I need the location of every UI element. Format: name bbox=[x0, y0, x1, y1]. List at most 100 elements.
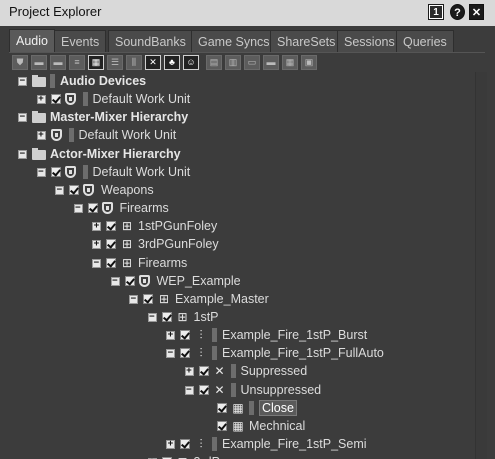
tree-item-label: Default Work Unit bbox=[92, 92, 191, 107]
tree-row[interactable]: ▦ Mechnical bbox=[12, 417, 475, 435]
include-checkbox[interactable] bbox=[106, 239, 116, 250]
music-icon[interactable]: ▣ bbox=[301, 55, 317, 70]
music-icon[interactable]: ▤ bbox=[206, 55, 222, 70]
tree-row[interactable]: − Audio Devices bbox=[12, 72, 475, 90]
tree-row[interactable]: − Actor-Mixer Hierarchy bbox=[12, 145, 475, 163]
include-checkbox[interactable] bbox=[143, 293, 153, 304]
expand-icon[interactable]: + bbox=[92, 222, 101, 232]
collapse-icon[interactable]: − bbox=[129, 294, 138, 304]
tree-row[interactable]: + Default Work Unit bbox=[12, 126, 475, 144]
tab-audio[interactable]: Audio bbox=[9, 29, 55, 53]
tab-queries[interactable]: Queries bbox=[396, 30, 454, 52]
expand-icon[interactable]: + bbox=[184, 367, 194, 377]
tree-row[interactable]: − Weapons bbox=[12, 181, 475, 199]
tree-row[interactable]: − ✕ Unsuppressed bbox=[12, 381, 475, 399]
tab-soundbanks[interactable]: SoundBanks bbox=[108, 30, 193, 52]
tree-row[interactable]: − Master-Mixer Hierarchy bbox=[12, 108, 475, 126]
collapse-icon[interactable]: − bbox=[18, 113, 27, 123]
music-icon[interactable]: ▭ bbox=[244, 55, 260, 70]
switch-container-icon[interactable]: ⫼ bbox=[126, 55, 142, 70]
include-checkbox[interactable] bbox=[50, 166, 61, 177]
tree-scrollbar[interactable] bbox=[475, 72, 487, 459]
tree-row[interactable]: + ✕ Suppressed bbox=[12, 362, 475, 380]
actor-mixer-icon: ⊞ bbox=[121, 237, 133, 252]
include-checkbox[interactable] bbox=[50, 94, 61, 105]
tree-row[interactable]: − ⊞ Firearms bbox=[12, 254, 475, 272]
tree-row[interactable]: − ⊞ Example_Master bbox=[12, 290, 475, 308]
collapse-icon[interactable]: − bbox=[184, 385, 194, 395]
tree-row[interactable]: + ⫶ Example_Fire_1stP_Burst bbox=[12, 326, 475, 344]
include-checkbox[interactable] bbox=[124, 275, 135, 286]
collapse-icon[interactable]: − bbox=[73, 204, 83, 214]
collapse-icon[interactable]: − bbox=[55, 185, 64, 195]
expand-icon[interactable]: + bbox=[166, 440, 175, 449]
voice-icon[interactable]: ☺ bbox=[183, 55, 199, 70]
include-checkbox[interactable] bbox=[106, 221, 116, 232]
blend-container-icon[interactable]: ✕ bbox=[145, 55, 161, 70]
tree-item-label: Example_Fire_1stP_Semi bbox=[222, 437, 367, 451]
include-checkbox[interactable] bbox=[217, 420, 227, 431]
tree-item-label: Default Work Unit bbox=[92, 164, 191, 179]
close-icon[interactable]: ✕ bbox=[469, 4, 484, 20]
music-icon[interactable]: ▦ bbox=[282, 55, 298, 70]
collapse-icon[interactable]: − bbox=[110, 276, 120, 286]
expand-icon[interactable]: + bbox=[166, 331, 175, 341]
folder-icon[interactable]: ▬ bbox=[50, 55, 66, 70]
tree-item-label: 1stP bbox=[193, 309, 219, 324]
tree-item-label: Example_Fire_1stP_Burst bbox=[222, 328, 368, 343]
include-checkbox[interactable] bbox=[87, 203, 98, 214]
tree-row[interactable]: − Default Work Unit bbox=[12, 163, 475, 181]
include-checkbox[interactable] bbox=[180, 439, 190, 449]
work-unit-icon[interactable]: ⛊ bbox=[12, 55, 28, 70]
collapse-icon[interactable]: − bbox=[18, 77, 27, 86]
tree-row[interactable]: + ⊞ 1stPGunFoley bbox=[12, 217, 475, 235]
tree-row[interactable]: +⊞3rdP bbox=[12, 453, 475, 459]
tab-sessions[interactable]: Sessions bbox=[337, 30, 402, 52]
expand-icon[interactable]: + bbox=[36, 95, 46, 105]
tree-row[interactable]: − ⫶ Example_Fire_1stP_FullAuto bbox=[12, 344, 475, 362]
tab-game-syncs[interactable]: Game Syncs bbox=[191, 30, 277, 52]
tree-item-label: Actor-Mixer Hierarchy bbox=[50, 146, 181, 161]
music-icon[interactable]: ▥ bbox=[225, 55, 241, 70]
blend-container-icon: ⫶ bbox=[199, 328, 203, 343]
tree-item-label: 3rdP bbox=[194, 454, 220, 459]
sound-sfx-icon[interactable]: ♣ bbox=[164, 55, 180, 70]
expand-icon[interactable]: + bbox=[36, 131, 46, 141]
tree-row[interactable]: − ⊞ 1stP bbox=[12, 308, 475, 326]
include-checkbox[interactable] bbox=[198, 366, 209, 377]
color-swatch bbox=[82, 164, 88, 179]
tree-row[interactable]: − WEP_Example bbox=[12, 272, 475, 290]
tab-events[interactable]: Events bbox=[54, 30, 107, 52]
pane-number-button[interactable]: 1 bbox=[428, 4, 444, 20]
include-checkbox[interactable] bbox=[217, 402, 227, 413]
collapse-icon[interactable]: − bbox=[36, 167, 46, 177]
tab-sharesets[interactable]: ShareSets bbox=[270, 30, 343, 52]
include-checkbox[interactable] bbox=[106, 257, 116, 268]
music-icon[interactable]: ▬ bbox=[263, 55, 279, 70]
tree-row[interactable]: + ⊞ 3rdPGunFoley bbox=[12, 235, 475, 253]
collapse-icon[interactable]: − bbox=[92, 258, 101, 268]
include-checkbox[interactable] bbox=[161, 311, 172, 322]
actor-mixer-icon: ⊞ bbox=[121, 255, 133, 270]
collapse-icon[interactable]: − bbox=[18, 149, 27, 159]
include-checkbox[interactable] bbox=[180, 330, 190, 341]
tree-row[interactable]: + ⫶ Example_Fire_1stP_Semi bbox=[12, 435, 475, 453]
actor-mixer-icon[interactable]: ≡ bbox=[69, 55, 85, 70]
collapse-icon[interactable]: − bbox=[166, 349, 175, 359]
actor-mixer-icon: ⊞ bbox=[121, 219, 133, 234]
include-checkbox[interactable] bbox=[180, 348, 190, 359]
tree-row[interactable]: + Default Work Unit bbox=[12, 90, 475, 108]
folder-icon[interactable]: ▬ bbox=[31, 55, 47, 70]
sequence-container-icon[interactable]: ☰ bbox=[107, 55, 123, 70]
expand-icon[interactable]: + bbox=[92, 240, 101, 250]
random-container-icon[interactable]: ▦ bbox=[88, 55, 104, 70]
tree-row[interactable]: − Firearms bbox=[12, 199, 475, 217]
help-icon[interactable]: ? bbox=[450, 4, 465, 20]
include-checkbox[interactable] bbox=[198, 384, 209, 395]
actor-mixer-icon: ⊞ bbox=[177, 309, 188, 324]
collapse-icon[interactable]: − bbox=[147, 312, 157, 322]
color-swatch bbox=[230, 382, 236, 397]
work-unit-icon bbox=[101, 202, 113, 215]
tree-row[interactable]: ▦ Close bbox=[12, 399, 475, 417]
include-checkbox[interactable] bbox=[69, 184, 79, 195]
